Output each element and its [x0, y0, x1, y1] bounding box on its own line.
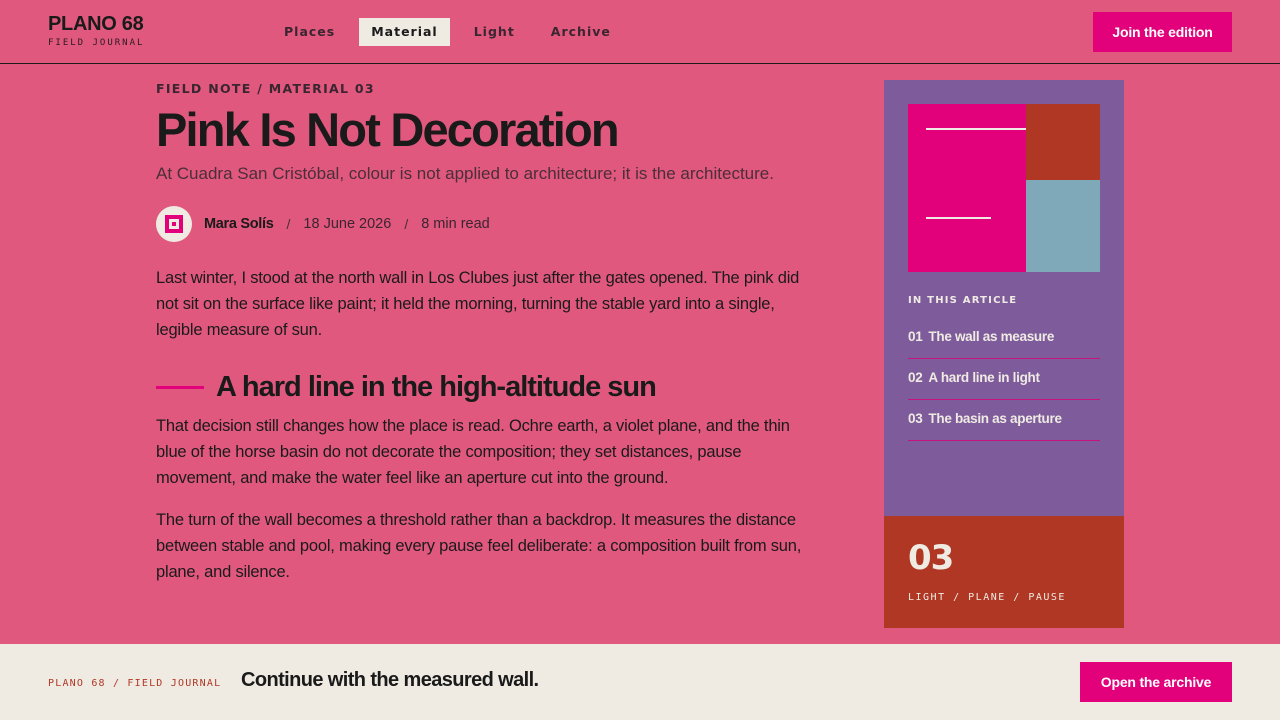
brand-subtitle: FIELD JOURNAL — [48, 38, 145, 48]
material-number: 03 — [908, 538, 954, 578]
main-nav: Places Material Light Archive — [272, 18, 623, 46]
footer-label: PLANO 68 / FIELD JOURNAL — [48, 678, 222, 689]
byline-separator: / — [404, 216, 409, 232]
card-top: IN THIS ARTICLE 01 The wall as measure 02… — [884, 80, 1124, 516]
color-composition-illustration — [908, 104, 1100, 272]
composition-blue-plane — [1026, 180, 1100, 272]
article-subtitle: At Cuadra San Cristóbal, colour is not a… — [156, 164, 774, 183]
footer-tagline: Continue with the measured wall. — [241, 669, 539, 691]
toc-number: 02 — [908, 370, 923, 385]
article-title: Pink Is Not Decoration — [156, 103, 620, 156]
author-name[interactable]: Mara Solís — [204, 216, 274, 232]
site-header: PLANO 68 FIELD JOURNAL Places Material L… — [0, 0, 1280, 64]
toc-label: The basin as aperture — [928, 411, 1062, 426]
article-sidebar-card: IN THIS ARTICLE 01 The wall as measure 02… — [884, 80, 1124, 628]
card-tags: LIGHT / PLANE / PAUSE — [908, 592, 1066, 603]
section-rule — [156, 385, 204, 389]
toc-item-hard-line-in-light[interactable]: 02 A hard line in light — [908, 359, 1100, 400]
nav-item-material[interactable]: Material — [359, 18, 450, 46]
composition-red-plane — [1026, 104, 1100, 180]
publish-date: 18 June 2026 — [303, 216, 392, 232]
composition-line — [926, 128, 1026, 130]
toc-number: 01 — [908, 329, 923, 344]
join-edition-button[interactable]: Join the edition — [1093, 12, 1232, 52]
card-bottom: 03 LIGHT / PLANE / PAUSE — [884, 516, 1124, 628]
toc-item-basin-as-aperture[interactable]: 03 The basin as aperture — [908, 400, 1100, 441]
section-heading: A hard line in the high-altitude sun — [156, 367, 816, 407]
brand-name: PLANO 68 — [48, 13, 144, 35]
nav-item-archive[interactable]: Archive — [539, 18, 623, 46]
section-title: A hard line in the high-altitude sun — [216, 370, 657, 403]
article-kicker: FIELD NOTE / MATERIAL 03 — [156, 81, 375, 96]
toc-number: 03 — [908, 411, 923, 426]
byline-separator: / — [286, 216, 291, 232]
byline: Mara Solís / 18 June 2026 / 8 min read — [156, 205, 816, 243]
avatar — [156, 206, 192, 242]
brand-logo[interactable]: PLANO 68 FIELD JOURNAL — [48, 13, 144, 48]
nav-item-light[interactable]: Light — [462, 18, 527, 46]
read-time: 8 min read — [421, 216, 490, 232]
composition-line — [926, 217, 991, 219]
article-paragraph: Last winter, I stood at the north wall i… — [156, 269, 800, 339]
toc-item-wall-as-measure[interactable]: 01 The wall as measure — [908, 318, 1100, 359]
article-paragraph: That decision still changes how the plac… — [156, 417, 790, 487]
toc-label: A hard line in light — [928, 370, 1040, 385]
nav-item-places[interactable]: Places — [272, 18, 347, 46]
toc-heading: IN THIS ARTICLE — [908, 295, 1018, 306]
table-of-contents: 01 The wall as measure 02 A hard line in l… — [908, 318, 1100, 441]
article: FIELD NOTE / MATERIAL 03 Pink Is Not Dec… — [156, 80, 816, 585]
footer-bar: PLANO 68 / FIELD JOURNAL Continue with t… — [0, 644, 1280, 720]
open-archive-button[interactable]: Open the archive — [1080, 662, 1232, 702]
avatar-mark-icon — [172, 222, 176, 226]
article-paragraph: The turn of the wall becomes a threshold… — [156, 511, 802, 581]
toc-label: The wall as measure — [928, 329, 1055, 344]
